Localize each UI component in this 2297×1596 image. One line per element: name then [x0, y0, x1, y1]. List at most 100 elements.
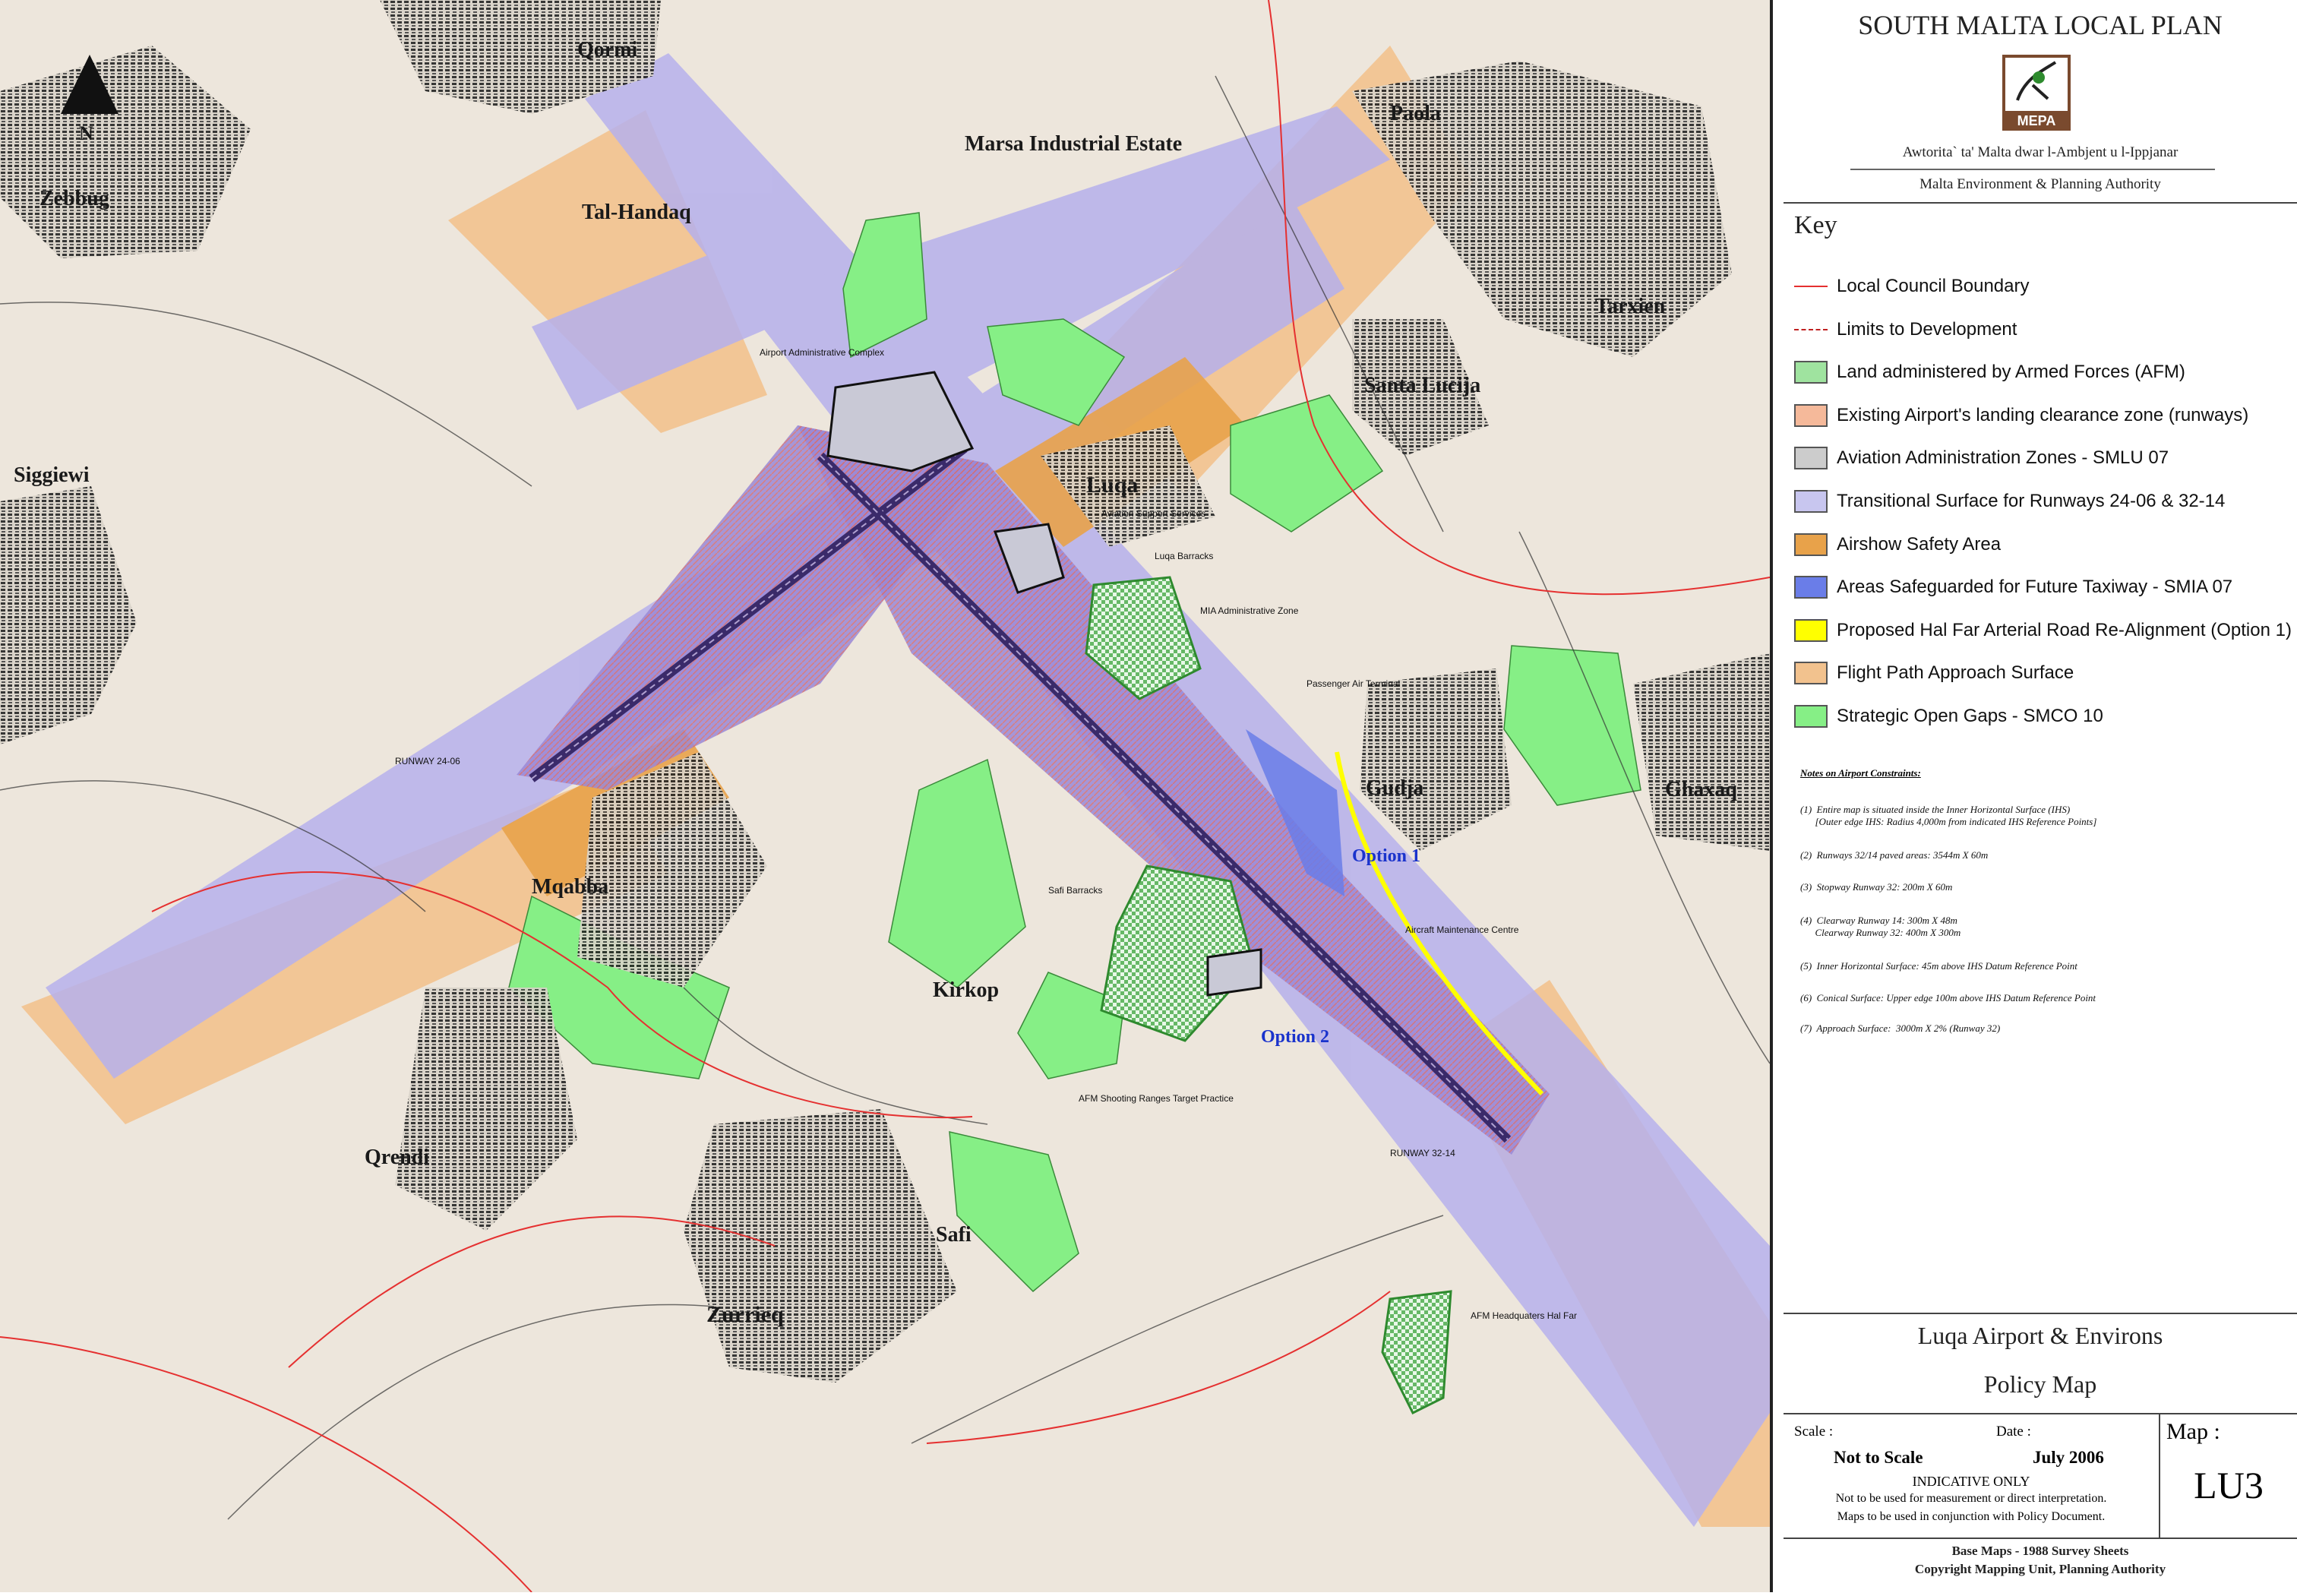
map-title-line2: Policy Map	[1983, 1370, 2097, 1398]
plan-title: SOUTH MALTA LOCAL PLAN	[1858, 10, 2223, 40]
place-paola: Paola	[1390, 102, 1441, 125]
key-line-swatch	[1794, 318, 1828, 341]
note-line: Clearway Runway 32: 400m X 300m	[1800, 927, 1961, 938]
key-swatch	[1794, 618, 1828, 642]
key-item: Flight Path Approach Surface	[1794, 660, 2074, 686]
notes-heading: Notes on Airport Constraints:	[1800, 767, 1921, 779]
note-line: (7) Approach Surface: 3000m X 2% (Runway…	[1800, 1022, 2001, 1034]
key-item: Land administered by Armed Forces (AFM)	[1794, 359, 2185, 385]
key-item: Transitional Surface for Runways 24-06 &…	[1794, 488, 2225, 514]
note-line: [Outer edge IHS: Radius 4,000m from indi…	[1800, 816, 2097, 827]
key-item: Existing Airport's landing clearance zon…	[1794, 403, 2248, 428]
header-rule	[1850, 169, 2215, 170]
key-label: Strategic Open Gaps - SMCO 10	[1837, 706, 2103, 726]
key-label: Proposed Hal Far Arterial Road Re-Alignm…	[1837, 619, 2292, 640]
place-tal-handaq: Tal-Handaq	[582, 201, 691, 224]
runway-32-14-label: RUNWAY 32-14	[1390, 1148, 1455, 1158]
place-tarxien: Tarxien	[1595, 295, 1666, 318]
key-item: Aviation Administration Zones - SMLU 07	[1794, 445, 2169, 471]
title-block-bottom	[1784, 1538, 2297, 1539]
logo-text: MEPA	[2017, 113, 2056, 128]
title-block-mid	[1784, 1413, 2297, 1414]
feature-afm-hq-hal-far: AFM Headquaters Hal Far	[1471, 1310, 1577, 1321]
scale-value: Not to Scale	[1834, 1448, 1923, 1467]
date-label: Date :	[1996, 1424, 2031, 1440]
key-label: Land administered by Armed Forces (AFM)	[1837, 362, 2185, 383]
place-siggiewi: Siggiewi	[14, 463, 90, 487]
feature-afm-shooting-ranges: AFM Shooting Ranges Target Practice	[1079, 1093, 1234, 1104]
place-safi: Safi	[936, 1223, 972, 1247]
key-swatch	[1794, 490, 1828, 513]
date-value: July 2006	[2033, 1448, 2104, 1467]
place-kirkop: Kirkop	[933, 978, 999, 1002]
key-item: Areas Safeguarded for Future Taxiway - S…	[1794, 574, 2232, 600]
note-line: (2) Runways 32/14 paved areas: 3544m X 6…	[1800, 849, 1989, 861]
place-santa-lucija: Santa Lucija	[1364, 374, 1480, 397]
key-item: Strategic Open Gaps - SMCO 10	[1794, 703, 2103, 729]
note-line: (5) Inner Horizontal Surface: 45m above …	[1800, 960, 2077, 972]
feature-mia-admin: MIA Administrative Zone	[1200, 605, 1299, 616]
key-heading: Key	[1794, 211, 1837, 239]
map-id: LU3	[2194, 1464, 2264, 1506]
legend-panel: SOUTH MALTA LOCAL PLAN MEPA Awtorita` ta…	[1784, 0, 2297, 1592]
place-marsa: Marsa Industrial Estate	[965, 132, 1182, 156]
indicative-only: INDICATIVE ONLY	[1912, 1474, 2030, 1489]
key-label: Transitional Surface for Runways 24-06 &…	[1837, 491, 2226, 511]
disclaimer-line2: Maps to be used in conjunction with Poli…	[1837, 1510, 2106, 1523]
copyright-note: Copyright Mapping Unit, Planning Authori…	[1914, 1562, 2166, 1576]
note-line: (3) Stopway Runway 32: 200m X 60m	[1800, 881, 1953, 893]
runway-24-06-label: RUNWAY 24-06	[395, 756, 460, 766]
scale-label: Scale :	[1794, 1424, 1834, 1440]
key-swatch	[1794, 576, 1828, 599]
key-swatch	[1794, 705, 1828, 728]
place-mqabba: Mqabba	[532, 875, 608, 899]
place-zebbug: Zebbug	[39, 187, 109, 210]
key-swatch	[1794, 533, 1828, 556]
title-block-top	[1784, 1313, 2297, 1314]
key-item: Limits to Development	[1794, 317, 2017, 343]
key-label: Flight Path Approach Surface	[1837, 662, 2074, 684]
header-divider	[1784, 202, 2297, 204]
feature-aircraft-maintenance: Aircraft Maintenance Centre	[1405, 924, 1519, 935]
base-maps-note: Base Maps - 1988 Survey Sheets	[1951, 1544, 2129, 1558]
place-qormi: Qormi	[577, 38, 638, 62]
key-label: Existing Airport's landing clearance zon…	[1837, 404, 2249, 425]
map-canvas[interactable]: N Qormi Marsa Industrial Estate Paola Ze…	[0, 0, 1773, 1593]
key-line-swatch	[1794, 275, 1828, 298]
feature-aviation-support: Aviation Support Services	[1101, 508, 1205, 519]
place-ghaxaq: Ghaxaq	[1665, 778, 1737, 801]
authority-maltese: Awtorita` ta' Malta dwar l-Ambjent u l-I…	[1902, 144, 2179, 160]
key-item: Proposed Hal Far Arterial Road Re-Alignm…	[1794, 618, 2292, 643]
north-label: N	[79, 122, 93, 144]
note-line: (6) Conical Surface: Upper edge 100m abo…	[1800, 992, 2096, 1003]
feature-passenger-terminal: Passenger Air Terminal	[1306, 678, 1400, 689]
feature-airport-admin: Airport Administrative Complex	[760, 347, 884, 358]
key-swatch	[1794, 447, 1828, 470]
key-item: Local Council Boundary	[1794, 273, 2030, 299]
key-label: Areas Safeguarded for Future Taxiway - S…	[1837, 577, 2233, 598]
key-label: Aviation Administration Zones - SMLU 07	[1837, 447, 2169, 469]
mepa-logo: MEPA	[2002, 55, 2071, 131]
map-label: Map :	[2166, 1419, 2220, 1444]
note-line: (4) Clearway Runway 14: 300m X 48m	[1800, 915, 1957, 926]
place-zurrieq: Zurrieq	[706, 1302, 784, 1327]
key-label: Limits to Development	[1837, 318, 2017, 340]
key-swatch	[1794, 403, 1828, 427]
authority-english: Malta Environment & Planning Authority	[1919, 176, 2161, 192]
place-gudja: Gudja	[1366, 776, 1423, 800]
map-svg: N Qormi Marsa Industrial Estate Paola Ze…	[0, 0, 1771, 1593]
feature-luqa-barracks: Luqa Barracks	[1155, 551, 1213, 561]
key-label: Airshow Safety Area	[1837, 533, 2002, 555]
feature-safi-barracks: Safi Barracks	[1048, 885, 1102, 896]
place-luqa: Luqa	[1086, 472, 1138, 498]
key-swatch	[1794, 361, 1828, 384]
key-swatch	[1794, 662, 1828, 685]
place-qrendi: Qrendi	[365, 1146, 429, 1169]
option-1-label: Option 1	[1352, 846, 1420, 866]
key-label: Local Council Boundary	[1837, 276, 2030, 296]
note-line: (1) Entire map is situated inside the In…	[1800, 804, 2071, 815]
option-2-label: Option 2	[1261, 1027, 1329, 1047]
disclaimer-line1: Not to be used for measurement or direct…	[1835, 1492, 2107, 1505]
key-item: Airshow Safety Area	[1794, 532, 2001, 558]
map-title-line1: Luqa Airport & Environs	[1917, 1322, 2163, 1349]
